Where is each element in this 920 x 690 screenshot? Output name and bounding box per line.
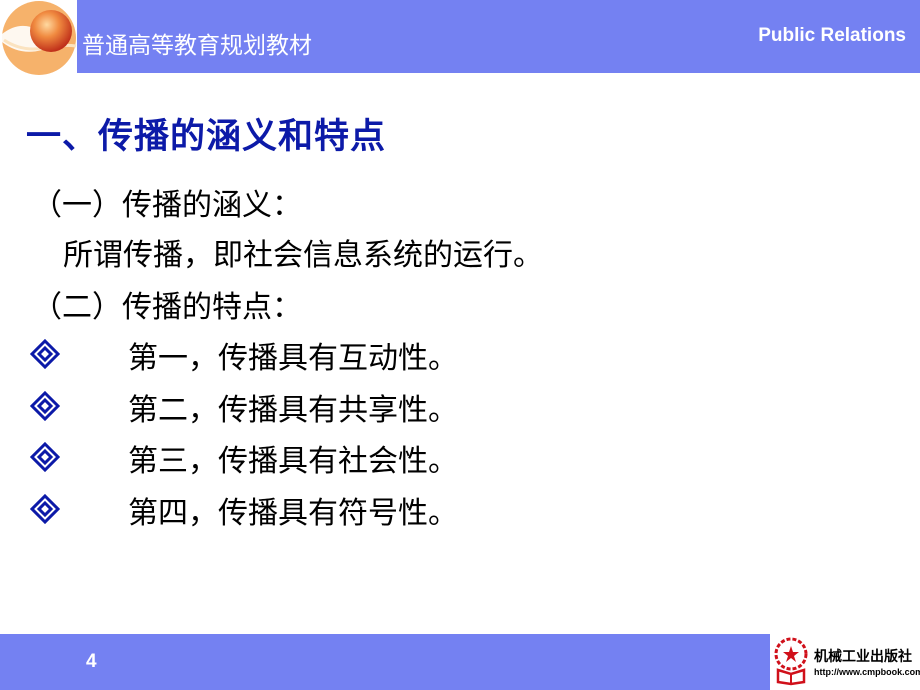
double-diamond-icon <box>30 442 60 472</box>
double-diamond-icon <box>30 339 60 369</box>
subheading-features: （二）传播的特点： <box>32 290 302 325</box>
bullet-text: 第三，传播具有社会性。 <box>128 444 458 479</box>
subheading-meaning: （一）传播的涵义： <box>32 188 302 223</box>
publisher-logo: 机械工业出版社 http://www.cmpbook.com <box>770 634 920 690</box>
series-title: 普通高等教育规划教材 <box>82 33 312 59</box>
page-number: 4 <box>86 651 97 672</box>
double-diamond-icon <box>30 494 60 524</box>
double-diamond-icon <box>30 391 60 421</box>
course-title: Public Relations <box>758 25 906 46</box>
publisher-url: http://www.cmpbook.com <box>814 667 920 677</box>
orange-sphere-logo-icon <box>2 1 77 75</box>
gear-star-book-emblem-icon <box>774 637 808 686</box>
publisher-name: 机械工业出版社 <box>814 649 912 665</box>
footer-band <box>0 634 770 690</box>
bullet-text: 第四，传播具有符号性。 <box>128 496 458 531</box>
bullet-text: 第二，传播具有共享性。 <box>128 393 458 428</box>
definition-text: 所谓传播，即社会信息系统的运行。 <box>63 238 543 273</box>
bullet-text: 第一，传播具有互动性。 <box>128 341 458 376</box>
slide-title: 一、传播的涵义和特点 <box>26 117 387 157</box>
